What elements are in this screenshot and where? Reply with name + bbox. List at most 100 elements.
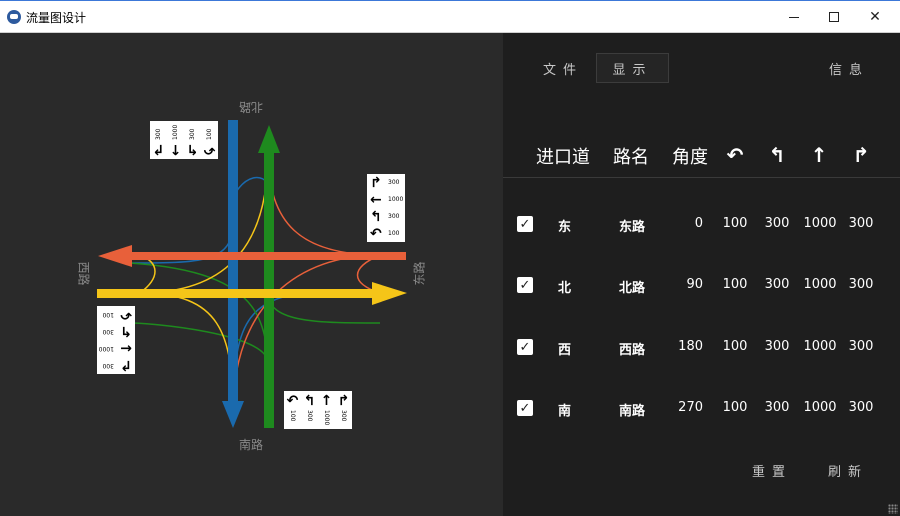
straight-cell[interactable]: 1000	[800, 216, 840, 231]
minimize-button[interactable]	[774, 1, 814, 33]
north-arrowhead	[258, 125, 280, 153]
table-row: ✓ 南 南路 270 100 300 1000 300	[503, 389, 900, 429]
angle-cell[interactable]: 0	[673, 216, 703, 231]
menu-display[interactable]: 显示	[596, 53, 669, 83]
south-road-band	[228, 120, 238, 410]
window-title: 流量图设计	[26, 11, 87, 25]
header-entry: 进口道	[536, 147, 590, 168]
straight-icon: ↑	[169, 141, 182, 157]
table-row: ✓ 东 东路 0 100 300 1000 300	[503, 205, 900, 245]
left-turn-cell[interactable]: 300	[763, 339, 791, 354]
row-checkbox[interactable]: ✓	[517, 339, 533, 355]
angle-cell[interactable]: 90	[673, 277, 703, 292]
angle-cell[interactable]: 180	[673, 339, 703, 354]
road-cell: 西路	[619, 343, 646, 358]
left-turn-cell[interactable]: 300	[763, 277, 791, 292]
south-arrowhead	[222, 401, 244, 428]
header-angle: 角度	[672, 147, 708, 168]
straight-icon: ↑	[810, 143, 828, 167]
lane-tag-west: ↱ 300 ← 1000 ↰ 300 ↶ 100	[97, 306, 135, 374]
app-icon	[7, 10, 21, 24]
road-label-east: 东路	[412, 261, 427, 286]
u-turn-cell[interactable]: 100	[721, 216, 749, 231]
road-label-north: 北路	[239, 100, 264, 114]
resize-grip[interactable]	[888, 504, 898, 514]
table-row: ✓ 西 西路 180 100 300 1000 300	[503, 328, 900, 368]
u-turn-cell[interactable]: 100	[721, 400, 749, 415]
right-turn-cell[interactable]: 300	[847, 339, 875, 354]
control-panel: 文件 显示 信息 进口道 路名 角度 ↶ ↰ ↑ ↱ ✓ 东 东路 0 100 …	[503, 33, 900, 516]
straight-cell[interactable]: 1000	[800, 339, 840, 354]
road-label-south: 南路	[239, 438, 264, 452]
right-turn-icon: ↱	[152, 141, 165, 157]
lane-tag-north: ↶ 100 ↰ 300 ↑ 1000 ↱ 300	[150, 121, 218, 159]
east-left-curve	[267, 152, 381, 256]
lane-tag-south: ↶ 100 ↰ 300 ↑ 1000 ↱ 300	[284, 391, 352, 429]
straight-icon: ↑	[320, 393, 333, 409]
straight-icon: ←	[120, 340, 132, 357]
maximize-icon	[829, 12, 839, 22]
road-cell: 北路	[619, 281, 646, 296]
left-turn-icon: ↰	[768, 143, 786, 167]
west-road-band	[97, 289, 377, 298]
straight-cell[interactable]: 1000	[800, 400, 840, 415]
straight-icon: ←	[370, 191, 382, 208]
close-icon: ✕	[869, 9, 881, 25]
road-cell: 南路	[619, 404, 646, 419]
flow-diagram-canvas: 北路 南路 西路 东路 ↶ 100 ↰ 300 ↑ 1000 ↱ 300 ↶ 100 ↰ 3…	[0, 33, 503, 516]
right-turn-cell[interactable]: 300	[847, 400, 875, 415]
u-turn-icon: ↶	[726, 143, 744, 167]
app-window: 流量图设计 ✕ 北路 南路 西路 东路 ↶ 100 ↰ 300 ↑ 1000 ↱…	[0, 0, 900, 516]
right-turn-cell[interactable]: 300	[847, 277, 875, 292]
header-road: 路名	[613, 147, 649, 168]
entry-cell: 南	[558, 404, 572, 419]
north-road-band	[264, 148, 274, 428]
u-turn-icon: ↶	[120, 306, 132, 323]
entry-cell: 西	[558, 343, 572, 358]
north-left-curve	[129, 262, 269, 414]
right-turn-icon: ↱	[370, 174, 382, 191]
menu-file[interactable]: 文件	[533, 53, 593, 83]
left-turn-icon: ↰	[303, 393, 316, 409]
left-turn-icon: ↰	[186, 141, 199, 157]
right-turn-icon: ↱	[337, 393, 350, 409]
left-turn-icon: ↰	[370, 208, 382, 225]
u-turn-cell[interactable]: 100	[721, 277, 749, 292]
row-checkbox[interactable]: ✓	[517, 277, 533, 293]
east-arrowhead	[98, 245, 132, 267]
u-turn-cell[interactable]: 100	[721, 339, 749, 354]
right-turn-icon: ↱	[852, 143, 870, 167]
left-turn-cell[interactable]: 300	[763, 216, 791, 231]
road-cell: 东路	[619, 220, 646, 235]
maximize-button[interactable]	[814, 1, 854, 33]
u-turn-icon: ↶	[286, 393, 299, 409]
u-turn-icon: ↶	[370, 225, 382, 242]
east-road-band	[128, 252, 406, 260]
entry-cell: 东	[558, 220, 572, 235]
lane-tag-east: ↱ 300 ← 1000 ↰ 300 ↶ 100	[367, 174, 405, 242]
u-turn-icon: ↶	[203, 141, 216, 157]
west-right-curve	[139, 152, 269, 294]
minimize-icon	[789, 16, 799, 18]
west-left-curve	[139, 292, 234, 414]
menu-info[interactable]: 信息	[819, 53, 879, 83]
west-uturn-curve	[139, 254, 156, 294]
right-turn-cell[interactable]: 300	[847, 216, 875, 231]
angle-cell[interactable]: 270	[673, 400, 703, 415]
table-row: ✓ 北 北路 90 100 300 1000 300	[503, 266, 900, 306]
left-turn-cell[interactable]: 300	[763, 400, 791, 415]
row-checkbox[interactable]: ✓	[517, 400, 533, 416]
table-header: 进口道 路名 角度 ↶ ↰ ↑ ↱	[503, 133, 900, 178]
close-button[interactable]: ✕	[855, 1, 895, 33]
row-checkbox[interactable]: ✓	[517, 216, 533, 232]
road-label-west: 西路	[76, 261, 91, 286]
straight-cell[interactable]: 1000	[800, 277, 840, 292]
north-right-curve-2	[129, 322, 269, 364]
right-turn-icon: ↱	[120, 357, 132, 374]
left-turn-icon: ↰	[120, 323, 132, 340]
refresh-button[interactable]: 刷新	[828, 461, 868, 480]
west-arrowhead	[372, 282, 407, 305]
title-bar: 流量图设计 ✕	[0, 0, 900, 33]
entry-cell: 北	[558, 281, 572, 296]
reset-button[interactable]: 重置	[752, 461, 792, 480]
